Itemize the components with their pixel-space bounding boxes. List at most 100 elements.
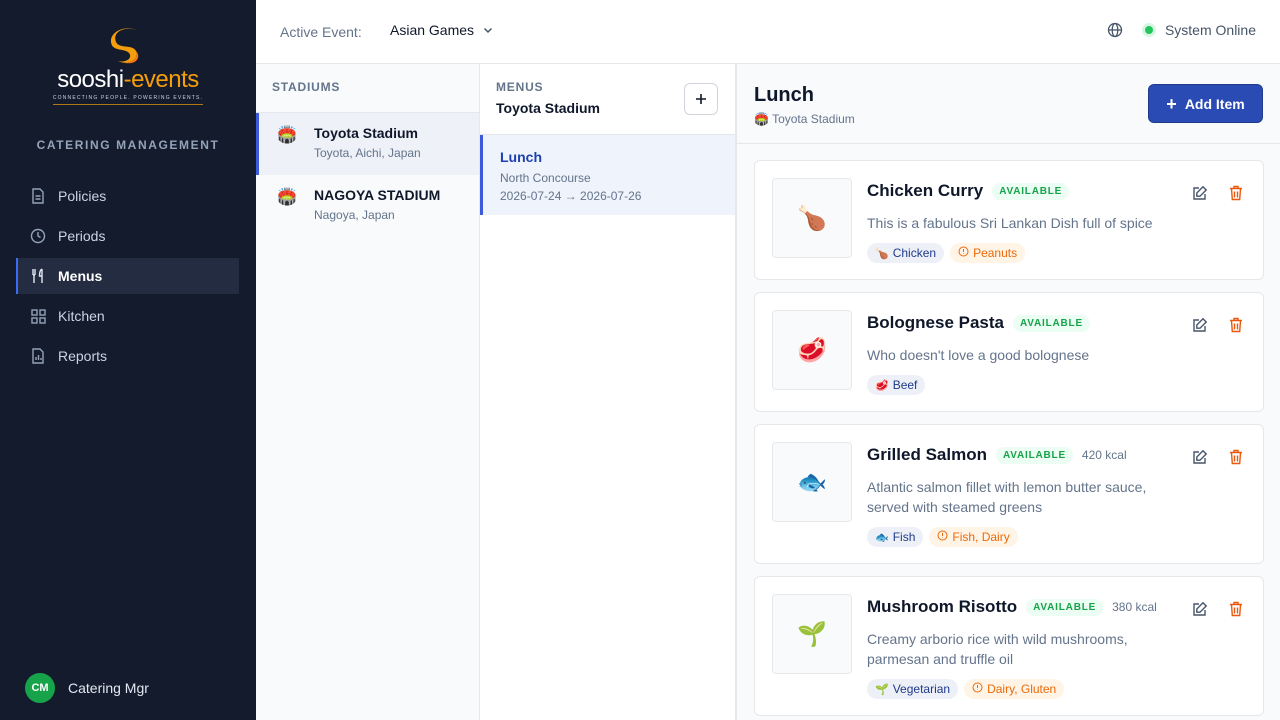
sidebar-nav: Policies Periods Menus Kitchen Reports	[16, 178, 239, 378]
stadium-location: Toyota, Aichi, Japan	[314, 146, 421, 160]
item-title-row: Grilled Salmon AVAILABLE 420 kcal	[867, 445, 1127, 465]
trash-icon[interactable]	[1226, 447, 1246, 467]
meat-icon: 🥩	[772, 310, 852, 390]
allergen-tag: Peanuts	[950, 243, 1026, 263]
edit-icon[interactable]	[1190, 183, 1210, 203]
stadium-icon: 🏟️	[277, 189, 297, 206]
clock-icon	[30, 228, 46, 244]
item-name: Chicken Curry	[867, 181, 984, 200]
edit-icon[interactable]	[1190, 599, 1210, 619]
trash-icon[interactable]	[1226, 315, 1246, 335]
edit-icon[interactable]	[1190, 315, 1210, 335]
status-badge: AVAILABLE	[995, 446, 1073, 464]
active-event-value: Asian Games	[390, 22, 475, 38]
category-tag: 🌱 Vegetarian	[867, 679, 959, 699]
trash-icon[interactable]	[1226, 183, 1246, 203]
item-title-row: Bolognese Pasta AVAILABLE	[867, 313, 1090, 333]
item-description: Creamy arborio rice with wild mushrooms,…	[867, 631, 1128, 667]
meat-icon: 🥩	[875, 379, 889, 392]
stadiums-panel: STADIUMS 🏟️ Toyota Stadium Toyota, Aichi…	[256, 64, 480, 720]
item-actions	[1174, 447, 1246, 467]
info-icon	[958, 246, 969, 260]
edit-icon[interactable]	[1190, 447, 1210, 467]
sidebar: sooshi-events CONNECTING PEOPLE. POWERIN…	[0, 0, 256, 720]
item-name: Mushroom Risotto	[867, 597, 1018, 616]
active-event-select[interactable]: Asian Games	[390, 22, 494, 38]
topbar-right: System Online	[1107, 22, 1256, 38]
item-description: Atlantic salmon fillet with lemon butter…	[867, 479, 1147, 515]
grid-icon	[30, 308, 46, 324]
item-tags: 🥩 Beef	[867, 375, 931, 395]
info-icon	[937, 530, 948, 544]
add-menu-button[interactable]	[684, 83, 718, 115]
menu-location: North Concourse	[500, 171, 591, 185]
section-label: CATERING MANAGEMENT	[36, 138, 220, 152]
trash-icon[interactable]	[1226, 599, 1246, 619]
detail-stadium-name: Toyota Stadium	[772, 112, 855, 126]
globe-icon[interactable]	[1107, 22, 1123, 38]
brand-underline	[53, 104, 203, 105]
detail-header: Lunch 🏟️ Toyota Stadium + Add Item	[737, 64, 1280, 144]
category-tag: 🍗 Chicken	[867, 243, 945, 263]
detail-title: Lunch	[754, 84, 814, 106]
drumstick-icon: 🍗	[772, 178, 852, 258]
menu-item-card: 🥩 Bolognese Pasta AVAILABLE Who doesn't …	[754, 292, 1264, 412]
add-item-label: Add Item	[1184, 95, 1245, 112]
topbar: Active Event: Asian Games System Online	[256, 0, 1280, 64]
stadium-name: NAGOYA STADIUM	[314, 187, 441, 203]
info-icon	[972, 682, 983, 696]
menus-panel: MENUS Toyota Stadium Lunch North Concour…	[480, 64, 736, 720]
fish-icon: 🐟	[772, 442, 852, 522]
utensils-icon	[30, 268, 46, 284]
menu-detail-panel: Lunch 🏟️ Toyota Stadium + Add Item 🍗 Chi…	[736, 64, 1280, 720]
sidebar-item-menus[interactable]: Menus	[16, 258, 239, 294]
avatar: CM	[25, 673, 55, 703]
system-status: System Online	[1164, 22, 1256, 38]
stadium-item[interactable]: 🏟️ Toyota Stadium Toyota, Aichi, Japan	[256, 113, 479, 175]
item-name: Bolognese Pasta	[867, 313, 1004, 332]
item-description: This is a fabulous Sri Lankan Dish full …	[867, 215, 1153, 231]
item-calories: 380 kcal	[1112, 600, 1157, 614]
allergen-tag: Dairy, Gluten	[964, 679, 1065, 699]
category-tag: 🥩 Beef	[867, 375, 926, 395]
item-description: Who doesn't love a good bolognese	[867, 347, 1090, 363]
item-tags: 🍗 Chicken Peanuts	[867, 243, 1031, 263]
item-name: Grilled Salmon	[867, 445, 987, 464]
item-actions	[1174, 183, 1246, 203]
stadium-name: Toyota Stadium	[314, 125, 418, 141]
user-profile[interactable]: CM Catering Mgr	[25, 673, 149, 703]
menu-dates: 2026-07-24 → 2026-07-26	[500, 189, 642, 203]
brand-logo: sooshi-events CONNECTING PEOPLE. POWERIN…	[40, 24, 216, 114]
allergen-tag: Fish, Dairy	[929, 527, 1018, 547]
menu-item-card: 🌱 Mushroom Risotto AVAILABLE 380 kcal Cr…	[754, 576, 1264, 716]
stadiums-header: STADIUMS	[256, 64, 479, 113]
status-badge: AVAILABLE	[992, 182, 1070, 200]
logo-swirl-icon	[110, 28, 139, 64]
document-icon	[30, 188, 46, 204]
chevron-down-icon	[482, 24, 494, 36]
plus-icon	[696, 94, 706, 104]
status-dot	[1144, 26, 1153, 34]
item-title-row: Chicken Curry AVAILABLE	[867, 181, 1070, 201]
sidebar-item-label: Menus	[58, 268, 103, 284]
status-badge: AVAILABLE	[1026, 598, 1104, 616]
stadium-location: Nagoya, Japan	[314, 208, 395, 222]
status-badge: AVAILABLE	[1013, 314, 1090, 332]
menu-item-lunch[interactable]: Lunch North Concourse 2026-07-24 → 2026-…	[480, 135, 735, 215]
item-tags: 🐟 Fish Fish, Dairy	[867, 527, 1024, 547]
detail-stadium: 🏟️ Toyota Stadium	[754, 112, 855, 126]
sidebar-item-policies[interactable]: Policies	[16, 178, 239, 214]
sidebar-item-label: Policies	[58, 188, 107, 204]
menu-name: Lunch	[500, 149, 542, 165]
item-actions	[1174, 315, 1246, 335]
plus-icon: +	[1166, 93, 1177, 114]
add-item-button[interactable]: + Add Item	[1148, 84, 1263, 123]
sidebar-item-reports[interactable]: Reports	[16, 338, 239, 374]
sidebar-item-label: Kitchen	[58, 308, 105, 324]
category-tag: 🐟 Fish	[867, 527, 924, 547]
drumstick-icon: 🍗	[875, 247, 889, 260]
sidebar-item-periods[interactable]: Periods	[16, 218, 239, 254]
menu-item-card: 🐟 Grilled Salmon AVAILABLE 420 kcal Atla…	[754, 424, 1264, 564]
stadium-item[interactable]: 🏟️ NAGOYA STADIUM Nagoya, Japan	[256, 175, 479, 237]
sidebar-item-kitchen[interactable]: Kitchen	[16, 298, 239, 334]
